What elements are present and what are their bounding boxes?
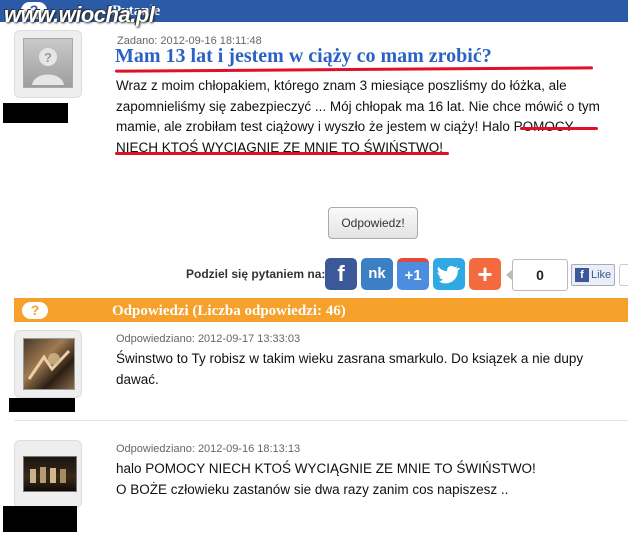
answer-text: halo POMOCY NIECH KTOŚ WYCIĄGNIE ZE MNIE… (116, 458, 606, 500)
answer-text: Świnstwo to Ty robisz w takim wieku zasr… (116, 351, 584, 387)
answer-date: Odpowiedziano: 2012-09-17 13:33:03 (116, 333, 301, 345)
default-avatar[interactable]: ? (23, 38, 73, 88)
share-count: 0 (512, 259, 568, 291)
nk-share-button[interactable]: nk (361, 258, 393, 290)
share-label: Podziel się pytaniem na: (186, 267, 326, 281)
redacted-username (9, 398, 75, 412)
add-plus-icon: + (477, 259, 493, 289)
question-body: Wraz z moim chłopakiem, którego znam 3 m… (116, 78, 600, 155)
avatar-image (27, 349, 71, 380)
red-highlight-underline (520, 127, 598, 130)
facebook-icon: f (337, 261, 345, 286)
question-mark-icon: ? (22, 302, 48, 319)
answer-date: Odpowiedziano: 2012-09-16 18:13:13 (116, 443, 301, 455)
answer-divider (14, 420, 628, 421)
site-watermark: www.wiocha.pl (4, 2, 155, 27)
svg-text:?: ? (44, 50, 52, 65)
redacted-username (3, 103, 68, 123)
user-avatar[interactable] (23, 456, 77, 492)
question-title-link[interactable]: Mam 13 lat i jestem w ciąży co mam zrobi… (115, 44, 492, 68)
twitter-icon (437, 265, 460, 284)
avatar-image (30, 467, 66, 483)
answer-text-line: O BOŻE człowieku zastanów sie dwa razy z… (116, 482, 509, 497)
addthis-share-button[interactable]: + (469, 258, 501, 290)
redacted-username (3, 506, 77, 532)
like-label: Like (591, 269, 612, 281)
answer-button[interactable]: Odpowiedz! (328, 207, 418, 239)
user-avatar[interactable] (23, 338, 75, 390)
facebook-like-button[interactable]: f Like (571, 264, 615, 286)
twitter-share-button[interactable] (433, 258, 465, 290)
facebook-small-icon: f (575, 268, 589, 282)
user-silhouette-icon: ? (32, 48, 64, 85)
google-plus-one-button[interactable]: +1 (397, 258, 429, 290)
partial-widget (619, 264, 628, 286)
google-plus-one-icon: +1 (404, 267, 422, 284)
facebook-share-button[interactable]: f (325, 258, 357, 290)
answers-section-title: Odpowiedzi (Liczba odpowiedzi: 46) (112, 303, 346, 319)
red-highlight-underline (115, 152, 449, 155)
answer-text-line: halo POMOCY NIECH KTOŚ WYCIĄGNIE ZE MNIE… (116, 461, 536, 476)
nk-icon: nk (368, 265, 386, 282)
